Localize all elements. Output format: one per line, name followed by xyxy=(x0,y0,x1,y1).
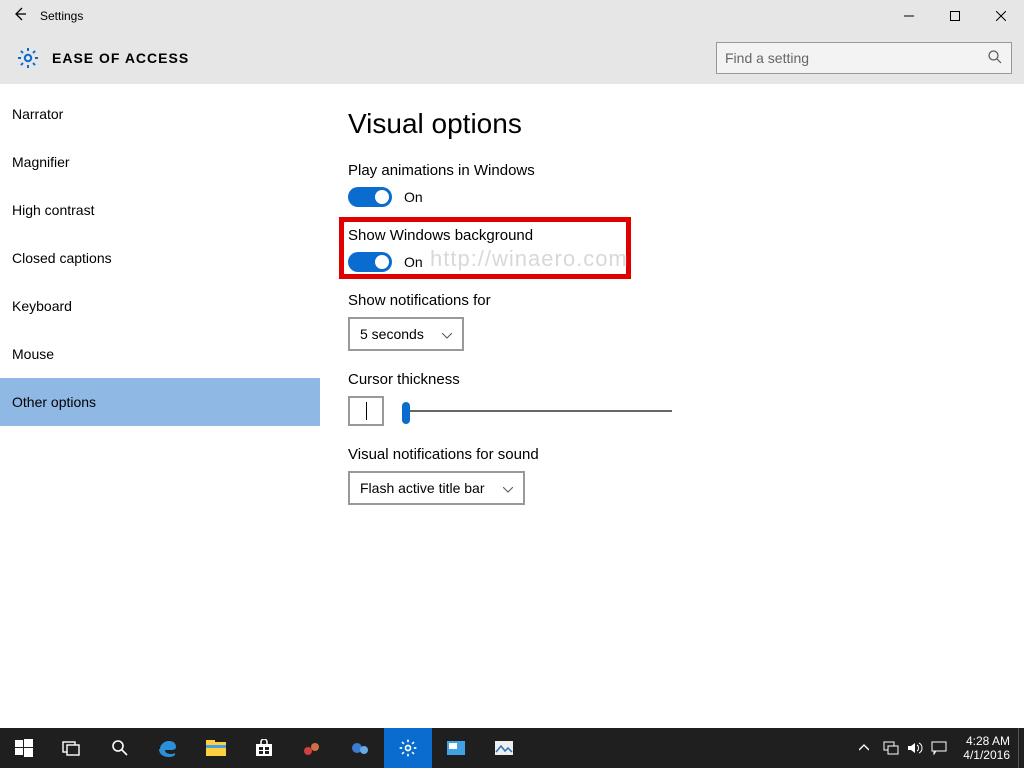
option-label: Show notifications for xyxy=(348,292,1024,309)
sidebar-item-magnifier[interactable]: Magnifier xyxy=(0,138,320,186)
notifications-duration-dropdown[interactable]: 5 seconds xyxy=(348,317,464,351)
cortana-search-button[interactable] xyxy=(96,728,144,768)
page-title: Visual options xyxy=(348,108,1024,140)
clock-time: 4:28 AM xyxy=(963,734,1010,748)
toggle-state: On xyxy=(404,254,423,270)
search-input[interactable]: Find a setting xyxy=(716,42,1012,74)
body: Narrator Magnifier High contrast Closed … xyxy=(0,84,1024,728)
taskbar-app-generic-4[interactable] xyxy=(480,728,528,768)
option-animations: Play animations in Windows On xyxy=(348,162,1024,207)
network-icon[interactable] xyxy=(883,741,907,755)
option-label: Play animations in Windows xyxy=(348,162,1024,179)
settings-window: Settings EASE OF ACCESS Find a setting N… xyxy=(0,0,1024,728)
option-visual-notifications: Visual notifications for sound Flash act… xyxy=(348,446,1024,505)
option-show-notifications-for: Show notifications for 5 seconds xyxy=(348,292,1024,351)
start-button[interactable] xyxy=(0,728,48,768)
sidebar-item-high-contrast[interactable]: High contrast xyxy=(0,186,320,234)
back-button[interactable] xyxy=(0,6,40,27)
sidebar-item-keyboard[interactable]: Keyboard xyxy=(0,282,320,330)
tray-overflow-button[interactable] xyxy=(859,744,883,752)
visual-notifications-dropdown[interactable]: Flash active title bar xyxy=(348,471,525,505)
sidebar: Narrator Magnifier High contrast Closed … xyxy=(0,84,320,728)
taskbar-app-generic-1[interactable] xyxy=(288,728,336,768)
gear-icon xyxy=(14,44,42,72)
sidebar-item-label: Narrator xyxy=(12,106,63,122)
taskbar-clock[interactable]: 4:28 AM 4/1/2016 xyxy=(955,734,1018,762)
taskbar-app-file-explorer[interactable] xyxy=(192,728,240,768)
animations-toggle[interactable] xyxy=(348,187,392,207)
cursor-thickness-slider[interactable] xyxy=(402,401,672,421)
option-cursor-thickness: Cursor thickness xyxy=(348,371,1024,426)
sidebar-item-mouse[interactable]: Mouse xyxy=(0,330,320,378)
close-button[interactable] xyxy=(978,0,1024,32)
content-pane: Visual options Play animations in Window… xyxy=(320,84,1024,728)
sidebar-item-label: Mouse xyxy=(12,346,54,362)
sidebar-item-closed-captions[interactable]: Closed captions xyxy=(0,234,320,282)
option-label: Visual notifications for sound xyxy=(348,446,1024,463)
show-desktop-button[interactable] xyxy=(1018,728,1024,768)
taskbar-app-generic-3[interactable] xyxy=(432,728,480,768)
minimize-button[interactable] xyxy=(886,0,932,32)
sidebar-item-other-options[interactable]: Other options xyxy=(0,378,320,426)
task-view-button[interactable] xyxy=(48,728,96,768)
maximize-button[interactable] xyxy=(932,0,978,32)
chevron-down-icon xyxy=(503,480,513,496)
option-label: Show Windows background xyxy=(348,227,1024,244)
clock-date: 4/1/2016 xyxy=(963,748,1010,762)
sidebar-item-label: Other options xyxy=(12,394,96,410)
taskbar: 4:28 AM 4/1/2016 xyxy=(0,728,1024,768)
dropdown-value: 5 seconds xyxy=(360,326,424,342)
window-controls xyxy=(886,0,1024,32)
search-placeholder: Find a setting xyxy=(725,50,809,66)
taskbar-app-generic-2[interactable] xyxy=(336,728,384,768)
taskbar-app-settings[interactable] xyxy=(384,728,432,768)
cursor-preview xyxy=(348,396,384,426)
background-toggle[interactable] xyxy=(348,252,392,272)
dropdown-value: Flash active title bar xyxy=(360,480,485,496)
sidebar-item-label: Keyboard xyxy=(12,298,72,314)
sidebar-item-label: Closed captions xyxy=(12,250,112,266)
sidebar-item-label: High contrast xyxy=(12,202,94,218)
titlebar: Settings xyxy=(0,0,1024,32)
action-center-icon[interactable] xyxy=(931,741,955,755)
option-background: Show Windows background On xyxy=(348,227,1024,272)
sidebar-item-label: Magnifier xyxy=(12,154,70,170)
toggle-state: On xyxy=(404,189,423,205)
volume-icon[interactable] xyxy=(907,741,931,755)
breadcrumb: EASE OF ACCESS xyxy=(52,50,189,66)
chevron-down-icon xyxy=(442,326,452,342)
window-title: Settings xyxy=(40,9,83,23)
search-icon xyxy=(987,49,1003,68)
header: EASE OF ACCESS Find a setting xyxy=(0,32,1024,84)
system-tray: 4:28 AM 4/1/2016 xyxy=(859,728,1024,768)
option-label: Cursor thickness xyxy=(348,371,1024,388)
taskbar-app-store[interactable] xyxy=(240,728,288,768)
taskbar-app-edge[interactable] xyxy=(144,728,192,768)
sidebar-item-narrator[interactable]: Narrator xyxy=(0,90,320,138)
